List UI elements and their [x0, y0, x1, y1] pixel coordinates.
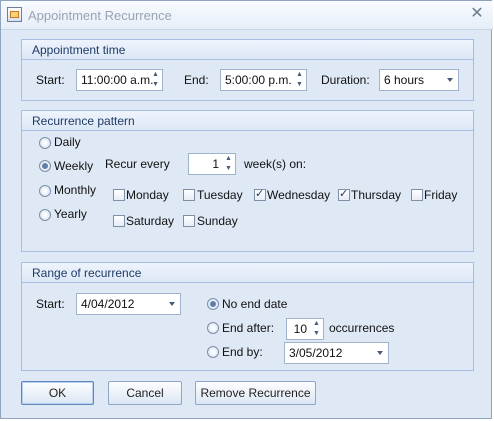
yearly-radio[interactable]: [39, 209, 51, 221]
spin-up-icon[interactable]: ▲: [310, 319, 323, 329]
end-time-spin-buttons[interactable]: ▲ ▼: [293, 70, 306, 90]
monday-checkbox[interactable]: [113, 189, 125, 201]
appointment-time-group: Appointment time Start: 11:00:00 a.m. ▲ ▼…: [21, 39, 474, 101]
ok-button[interactable]: OK: [21, 381, 94, 405]
close-icon[interactable]: ✕: [468, 5, 486, 23]
end-by-radio[interactable]: [207, 346, 219, 358]
recur-every-spin-buttons[interactable]: ▲ ▼: [222, 154, 235, 174]
monthly-label: Monthly: [54, 183, 97, 197]
saturday-checkbox[interactable]: [113, 215, 125, 227]
end-after-spin-buttons[interactable]: ▲ ▼: [310, 319, 323, 339]
chevron-down-icon: [377, 351, 383, 355]
weeks-on-label: week(s) on:: [244, 157, 307, 171]
range-start-label: Start:: [36, 297, 65, 311]
spin-down-icon[interactable]: ▼: [149, 80, 162, 90]
spin-down-icon[interactable]: ▼: [293, 80, 306, 90]
weekly-label: Weekly: [54, 159, 94, 173]
daily-label: Daily: [54, 135, 81, 149]
appointment-recurrence-dialog: Appointment Recurrence ✕ Appointment tim…: [0, 0, 493, 419]
tuesday-label: Tuesday: [197, 188, 243, 202]
end-time-input[interactable]: 5:00:00 p.m. ▲ ▼: [220, 69, 307, 91]
wednesday-checkbox[interactable]: [254, 187, 266, 201]
sunday-label: Sunday: [197, 214, 238, 228]
end-after-label: End after:: [222, 321, 275, 335]
no-end-date-label: No end date: [222, 297, 288, 311]
end-after-value: 10: [293, 322, 307, 336]
friday-label: Friday: [424, 188, 458, 202]
recur-every-label: Recur every: [105, 157, 170, 171]
end-by-date-value: 3/05/2012: [289, 346, 343, 360]
remove-recurrence-button[interactable]: Remove Recurrence: [195, 381, 316, 405]
sunday-checkbox[interactable]: [183, 215, 195, 227]
end-after-input[interactable]: 10 ▲ ▼: [286, 318, 324, 340]
start-time-value: 11:00:00 a.m.: [81, 73, 154, 87]
thursday-checkbox[interactable]: [338, 187, 350, 201]
monthly-radio[interactable]: [39, 185, 51, 197]
weekly-radio[interactable]: [39, 160, 51, 172]
range-of-recurrence-group: Range of recurrence Start: 4/04/2012 No …: [21, 262, 474, 371]
spin-up-icon[interactable]: ▲: [222, 154, 235, 164]
recurrence-pattern-heading: Recurrence pattern: [22, 111, 473, 131]
chevron-down-icon: [169, 302, 175, 306]
duration-value: 6 hours: [384, 73, 425, 87]
end-time-value: 5:00:00 p.m.: [225, 73, 292, 87]
recur-every-value: 1: [212, 157, 219, 171]
duration-select[interactable]: 6 hours: [379, 69, 459, 91]
end-by-date-input[interactable]: 3/05/2012: [284, 342, 389, 364]
calendar-icon: [7, 7, 22, 22]
thursday-label: Thursday: [351, 188, 402, 202]
wednesday-label: Wednesday: [267, 188, 331, 202]
cancel-button[interactable]: Cancel: [108, 381, 182, 405]
saturday-label: Saturday: [126, 214, 175, 228]
yearly-label: Yearly: [54, 207, 87, 221]
appointment-time-heading: Appointment time: [22, 40, 473, 60]
range-of-recurrence-heading: Range of recurrence: [22, 263, 473, 283]
end-after-radio[interactable]: [207, 322, 219, 334]
no-end-date-radio[interactable]: [207, 298, 219, 310]
spin-down-icon[interactable]: ▼: [310, 329, 323, 339]
chevron-down-icon: [447, 78, 453, 82]
duration-label: Duration:: [321, 73, 370, 87]
window-title: Appointment Recurrence: [28, 8, 172, 23]
recurrence-pattern-group: Recurrence pattern Daily Weekly Monthly …: [21, 110, 474, 252]
recur-every-input[interactable]: 1 ▲ ▼: [188, 153, 236, 175]
spin-down-icon[interactable]: ▼: [222, 164, 235, 174]
start-time-label: Start:: [36, 73, 65, 87]
end-time-label: End:: [184, 73, 209, 87]
monday-label: Monday: [126, 188, 169, 202]
start-time-input[interactable]: 11:00:00 a.m. ▲ ▼: [76, 69, 163, 91]
title-bar: Appointment Recurrence ✕: [1, 1, 493, 30]
tuesday-checkbox[interactable]: [183, 189, 195, 201]
spin-up-icon[interactable]: ▲: [293, 70, 306, 80]
occurrences-label: occurrences: [329, 321, 395, 335]
spin-up-icon[interactable]: ▲: [149, 70, 162, 80]
end-by-label: End by:: [222, 345, 263, 359]
range-start-date-input[interactable]: 4/04/2012: [76, 293, 181, 315]
start-time-spin-buttons[interactable]: ▲ ▼: [149, 70, 162, 90]
range-start-date-value: 4/04/2012: [81, 297, 135, 311]
daily-radio[interactable]: [39, 137, 51, 149]
friday-checkbox[interactable]: [411, 189, 423, 201]
